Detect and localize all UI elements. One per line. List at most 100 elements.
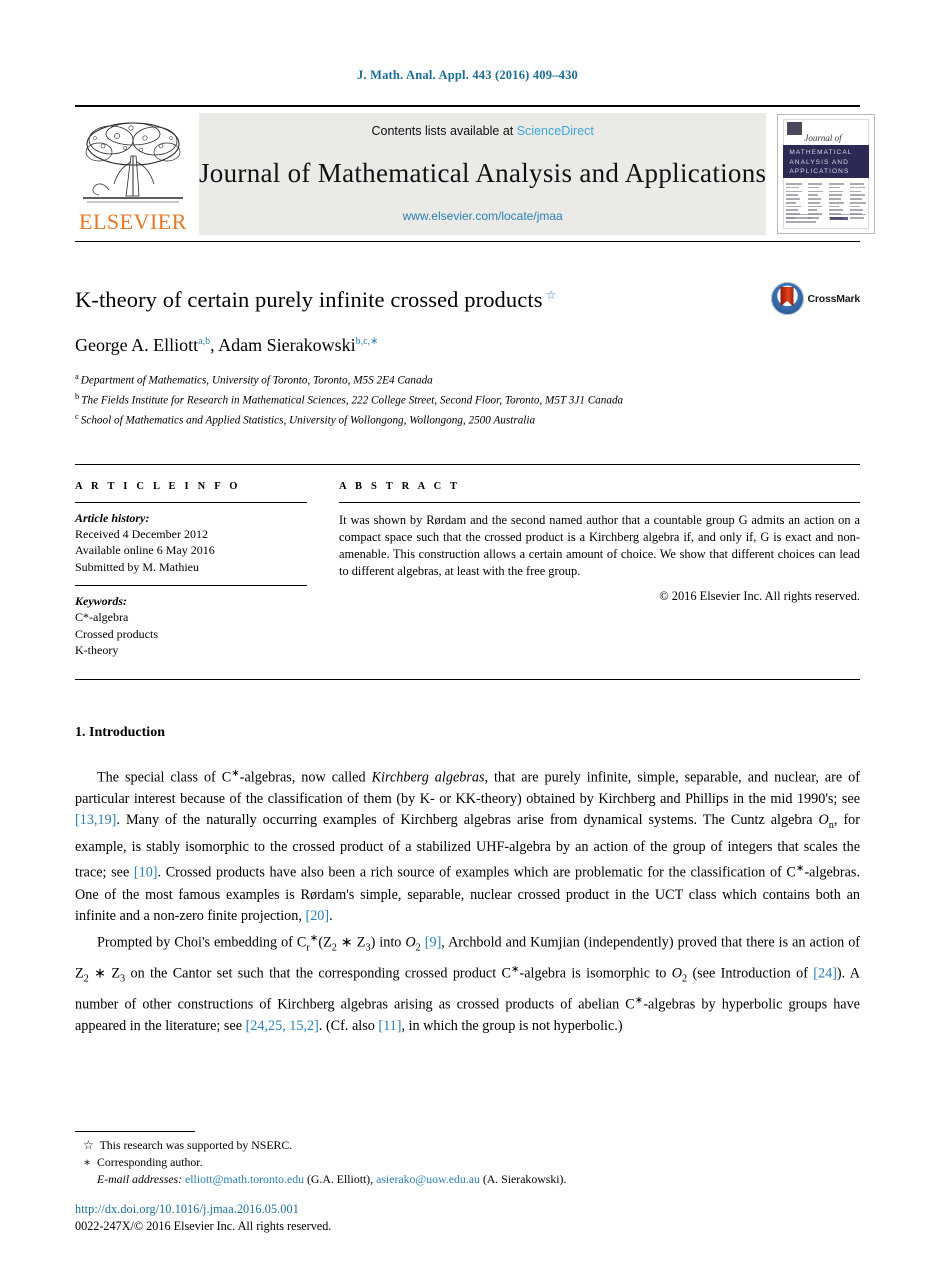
divider <box>339 501 860 503</box>
affiliation-item: a Department of Mathematics, University o… <box>75 369 860 389</box>
par2-seg7: ∗ Z <box>88 965 121 982</box>
cover-journal-of: Journal of <box>804 133 842 143</box>
divider <box>75 501 307 503</box>
par1-emph-kirchberg: Kirchberg algebras <box>371 769 485 786</box>
doi-link[interactable]: http://dx.doi.org/10.1016/j.jmaa.2016.05… <box>75 1202 331 1217</box>
cover-band-line2: ANALYSIS AND <box>789 158 850 166</box>
journal-masthead: ELSEVIER Contents lists available at Sci… <box>75 105 876 242</box>
footnote-marker-star-open: ☆ <box>83 1138 94 1152</box>
article-history-received: Received 4 December 2012 <box>75 526 208 541</box>
o2-symbol: O <box>405 934 416 951</box>
email-addresses-label: E-mail addresses: <box>97 1172 183 1186</box>
abstract-column: A B S T R A C T It was shown by Rørdam a… <box>339 481 860 659</box>
cover-band-line3: APPLICATIONS <box>789 168 850 175</box>
title-footnote-marker[interactable]: ☆ <box>546 288 557 302</box>
citation-20[interactable]: [20] <box>305 908 329 924</box>
author-list: George A. Elliotta,b, Adam Sierakowskib,… <box>75 335 860 356</box>
citation-24[interactable]: [24] <box>813 965 837 981</box>
divider <box>75 678 860 680</box>
cover-publisher-icon <box>787 122 803 135</box>
elsevier-logo: ELSEVIER <box>75 113 191 235</box>
affiliation-text-c: School of Mathematics and Applied Statis… <box>80 415 536 428</box>
par2-seg2: (Z <box>318 934 332 951</box>
affiliation-marker-a: a <box>75 371 79 381</box>
article-info-column: A R T I C L E I N F O Article history: R… <box>75 481 307 659</box>
journal-title: Journal of Mathematical Analysis and App… <box>199 158 767 188</box>
sciencedirect-link[interactable]: ScienceDirect <box>517 124 594 138</box>
footnote-emails: E-mail addresses: elliott@math.toronto.e… <box>75 1171 860 1188</box>
footnote-corresponding-author: ∗ Corresponding author. <box>75 1154 860 1171</box>
citation-10[interactable]: [10] <box>134 865 158 881</box>
affiliation-marker-c: c <box>75 411 79 422</box>
par1-seg2: -algebras, now called <box>239 769 372 786</box>
cover-footer-marks <box>786 213 867 225</box>
title-block: K-theory of certain purely infinite cros… <box>75 282 860 430</box>
divider <box>75 585 307 587</box>
footnote-corresponding-text: Corresponding author. <box>97 1155 203 1169</box>
email-owner-sierakowski: (A. Sierakowski). <box>482 1172 567 1186</box>
elsevier-tree-icon <box>81 118 185 210</box>
star-superscript: ∗ <box>510 963 520 975</box>
keyword-item: K-theory <box>75 643 119 658</box>
masthead-center: Contents lists available at ScienceDirec… <box>199 113 767 235</box>
body-paragraph-1: The special class of C∗-algebras, now ca… <box>75 763 860 928</box>
citation-11[interactable]: [11] <box>378 1018 401 1034</box>
elsevier-wordmark: ELSEVIER <box>79 209 187 234</box>
affiliation-text-a: Department of Mathematics, University of… <box>80 374 433 387</box>
o2-symbol: O <box>671 965 682 982</box>
abstract-text: It was shown by Rørdam and the second na… <box>339 512 860 578</box>
author-2-affiliation-marks[interactable]: b,c,∗ <box>356 336 379 347</box>
crossmark-badge-group[interactable]: CrossMark <box>770 282 861 315</box>
keywords-label: Keywords: <box>75 594 127 609</box>
author-1: George A. Elliott <box>75 335 199 355</box>
par2-seg8: on the Cantor set such that the correspo… <box>125 965 511 982</box>
running-head: J. Math. Anal. Appl. 443 (2016) 409–430 <box>356 68 578 82</box>
info-abstract-row: A R T I C L E I N F O Article history: R… <box>75 463 860 659</box>
o2-subscript: 2 <box>415 942 421 954</box>
par2-seg10: (see Introduction of <box>687 965 814 982</box>
page-title: K-theory of certain purely infinite cros… <box>75 286 735 313</box>
affiliation-list: a Department of Mathematics, University o… <box>75 369 860 430</box>
article-history-label: Article history: <box>75 510 150 525</box>
email-link-elliott[interactable]: elliott@math.toronto.edu <box>185 1172 304 1186</box>
par2-seg1: Prompted by Choi's embedding of C <box>97 934 307 951</box>
par2-seg4: ) into <box>370 934 406 951</box>
contents-prefix: Contents lists available at <box>371 124 517 138</box>
keyword-item: C*-algebra <box>75 610 129 625</box>
section-heading-introduction: 1. Introduction <box>75 724 165 740</box>
author-1-affiliation-marks[interactable]: a,b <box>198 336 210 347</box>
par1-seg7: . Crossed products have also been a rich… <box>157 865 796 881</box>
affiliation-marker-b: b <box>75 391 80 402</box>
citation-24-25-15-2[interactable]: [24,25, 15,2] <box>246 1018 319 1034</box>
footnote-divider <box>75 1131 195 1132</box>
cover-band-line1: MATHEMATICAL <box>789 149 853 156</box>
citation-9[interactable]: [9] <box>425 934 442 950</box>
journal-cover-thumbnail: Journal of MATHEMATICAL ANALYSIS AND APP… <box>774 113 878 235</box>
footnotes-block: ☆ This research was supported by NSERC. ∗… <box>75 1131 860 1188</box>
footnote-funding: ☆ This research was supported by NSERC. <box>75 1137 860 1154</box>
affiliation-item: b The Fields Institute for Research in Ma… <box>75 389 860 409</box>
article-info-heading: A R T I C L E I N F O <box>75 480 241 492</box>
affiliation-item: c School of Mathematics and Applied Stati… <box>75 409 860 429</box>
par1-seg5: . Many of the naturally occurring exampl… <box>116 812 819 829</box>
issn-copyright-line: 0022-247X/© 2016 Elsevier Inc. All right… <box>75 1219 332 1233</box>
keyword-item: Crossed products <box>75 626 158 641</box>
crossmark-icon[interactable] <box>770 282 804 315</box>
journal-homepage-link[interactable]: www.elsevier.com/locate/jmaa <box>403 209 563 223</box>
par2-seg14: , in which the group is not hyperbolic.) <box>401 1017 623 1034</box>
cuntz-algebra-symbol: O <box>818 812 829 829</box>
citation-13-19[interactable]: [13,19] <box>75 812 116 828</box>
article-history-submitted: Submitted by M. Mathieu <box>75 559 199 574</box>
paper-title-text: K-theory of certain purely infinite cros… <box>75 287 543 312</box>
email-link-sierakowski[interactable]: asierako@uow.edu.au <box>376 1172 480 1186</box>
star-superscript: ∗ <box>231 767 240 779</box>
footer-block: http://dx.doi.org/10.1016/j.jmaa.2016.05… <box>75 1202 331 1234</box>
contents-available-line: Contents lists available at ScienceDirec… <box>372 124 594 138</box>
par1-seg9: . <box>329 908 333 924</box>
affiliation-text-b: The Fields Institute for Research in Mat… <box>81 394 624 407</box>
author-separator: , Adam Sierakowski <box>210 335 356 355</box>
footnote-marker-asterisk: ∗ <box>83 1155 92 1169</box>
crossmark-label: CrossMark <box>807 292 861 305</box>
par2-seg9: -algebra is isomorphic to <box>519 965 672 982</box>
email-owner-elliott: (G.A. Elliott), <box>306 1172 374 1186</box>
